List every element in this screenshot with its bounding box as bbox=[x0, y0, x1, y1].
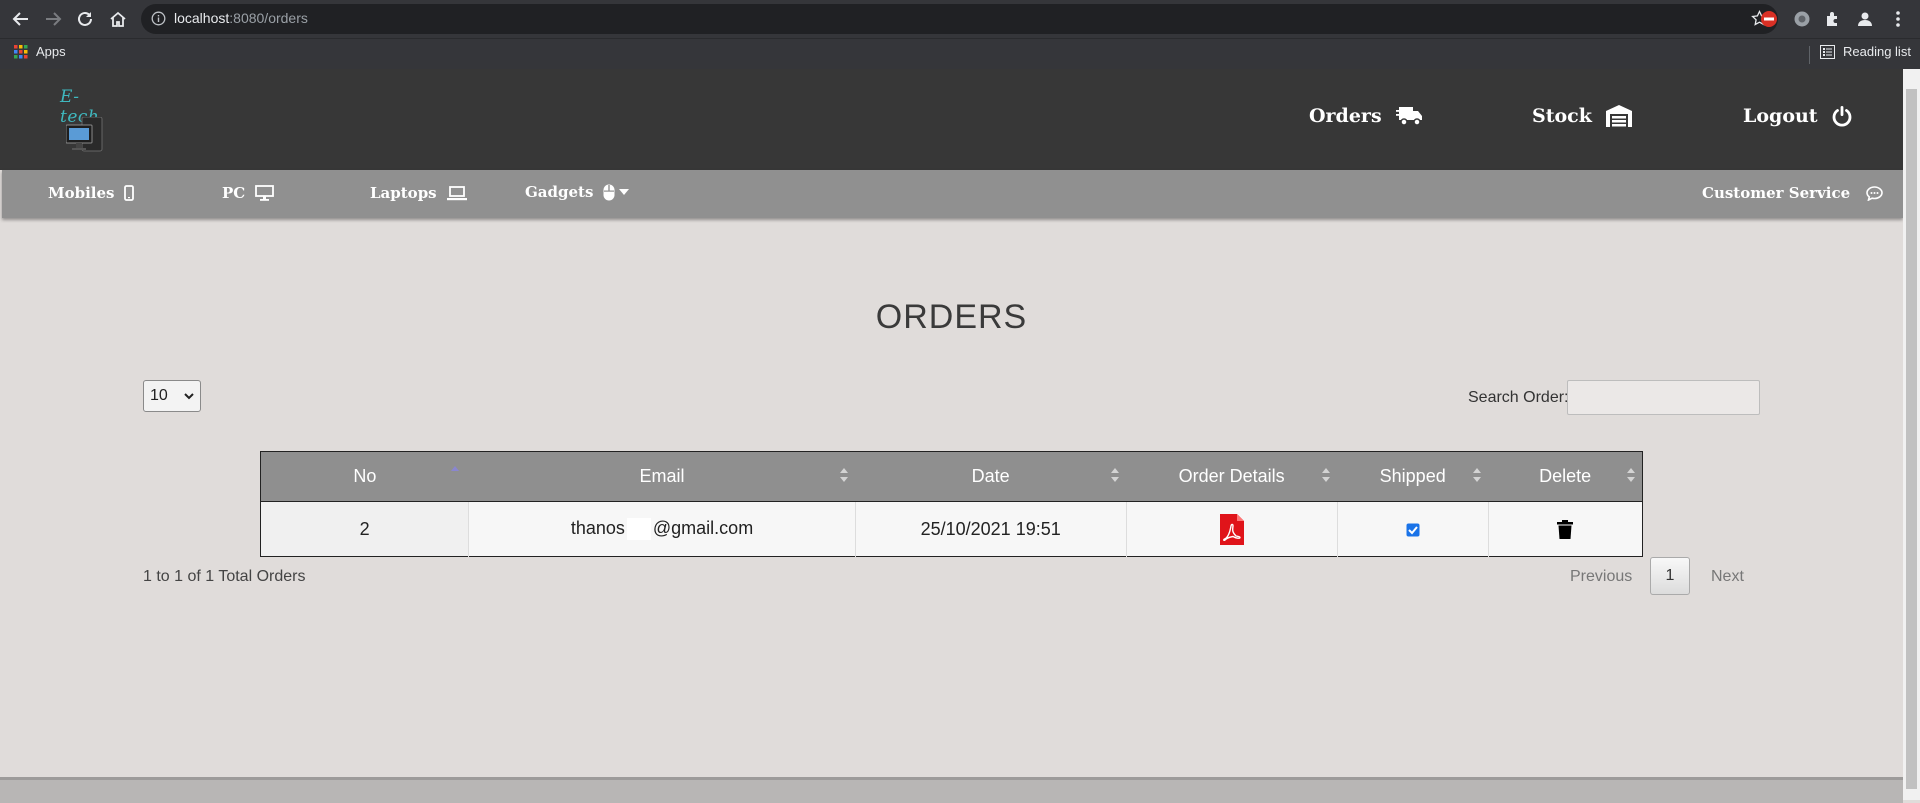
computer-device-icon bbox=[66, 117, 103, 152]
cell-email: thanos @gmail.com bbox=[468, 501, 856, 557]
extension-icon[interactable] bbox=[1823, 9, 1843, 29]
nav-logout-label: Logout bbox=[1743, 105, 1818, 127]
cell-date: 25/10/2021 19:51 bbox=[855, 501, 1127, 557]
bookmarks-bar: Apps Reading list bbox=[0, 38, 1920, 70]
redacted-mask bbox=[626, 518, 651, 541]
orders-table: No Email Date Order Details Shipped Dele… bbox=[260, 451, 1643, 557]
reading-list-icon bbox=[1820, 44, 1835, 59]
desktop-icon bbox=[255, 185, 275, 201]
site-header: E-tech Orders Stock Logout bbox=[0, 69, 1903, 170]
apps-grid-icon bbox=[14, 44, 28, 58]
sort-icon bbox=[1627, 468, 1635, 482]
back-icon[interactable] bbox=[9, 7, 33, 31]
reading-list-label: Reading list bbox=[1843, 44, 1911, 59]
shipped-checkbox[interactable] bbox=[1406, 523, 1420, 537]
mouse-icon bbox=[603, 184, 615, 200]
column-header-delete[interactable]: Delete bbox=[1488, 451, 1643, 502]
extension-globe-icon[interactable] bbox=[1792, 9, 1812, 29]
browser-toolbar: localhost:8080/orders bbox=[0, 0, 1920, 38]
cell-no: 2 bbox=[260, 501, 470, 557]
cell-delete bbox=[1488, 501, 1643, 557]
pagination-previous[interactable]: Previous bbox=[1570, 568, 1632, 586]
pagination-page-1[interactable]: 1 bbox=[1650, 557, 1690, 595]
sort-icon bbox=[1111, 468, 1120, 482]
page-title: ORDERS bbox=[875, 298, 1028, 336]
email-domain: @gmail.com bbox=[652, 517, 754, 538]
page-length-select[interactable]: 10 bbox=[143, 380, 201, 412]
chevron-down-icon bbox=[619, 189, 630, 195]
page-length-value: 10 bbox=[150, 387, 168, 404]
power-icon bbox=[1832, 105, 1851, 127]
menu-icon[interactable] bbox=[1888, 9, 1908, 29]
column-header-no[interactable]: No bbox=[260, 451, 469, 502]
bookmark-separator bbox=[1809, 46, 1810, 64]
reading-list-button[interactable]: Reading list bbox=[1820, 44, 1911, 59]
column-header-no-label: No bbox=[353, 466, 377, 486]
nav-orders[interactable]: Orders bbox=[1309, 105, 1423, 127]
column-header-order-details-label: Order Details bbox=[1178, 466, 1285, 486]
customer-service-link[interactable]: Customer Service bbox=[1702, 184, 1883, 202]
profile-icon[interactable] bbox=[1855, 9, 1875, 29]
address-bar[interactable]: localhost:8080/orders bbox=[141, 4, 1778, 34]
nav-logout[interactable]: Logout bbox=[1743, 105, 1852, 127]
browser-chrome: localhost:8080/orders Apps Reading list bbox=[0, 0, 1920, 69]
pagination-next[interactable]: Next bbox=[1711, 568, 1744, 586]
customer-service-label: Customer Service bbox=[1702, 184, 1851, 202]
url-text: localhost:8080/orders bbox=[174, 10, 308, 26]
table-header-row: No Email Date Order Details Shipped Dele… bbox=[260, 451, 1643, 502]
category-mobiles-label: Mobiles bbox=[48, 184, 115, 202]
cell-order-details bbox=[1126, 501, 1338, 557]
info-icon[interactable] bbox=[151, 11, 166, 31]
home-icon[interactable] bbox=[106, 7, 130, 31]
footer-bar bbox=[0, 777, 1903, 803]
column-header-shipped-label: Shipped bbox=[1379, 466, 1446, 486]
trash-icon[interactable] bbox=[1557, 520, 1574, 540]
apps-label: Apps bbox=[36, 44, 66, 59]
sort-asc-icon bbox=[450, 466, 459, 471]
category-gadgets-dropdown[interactable]: Gadgets bbox=[525, 183, 630, 201]
column-header-delete-label: Delete bbox=[1539, 466, 1592, 486]
category-pc[interactable]: PC bbox=[222, 184, 275, 202]
column-header-email[interactable]: Email bbox=[468, 451, 856, 502]
nav-stock[interactable]: Stock bbox=[1532, 105, 1632, 127]
email-prefix: thanos bbox=[570, 517, 625, 538]
category-laptops-label: Laptops bbox=[370, 184, 437, 202]
extension-blocker-icon[interactable] bbox=[1759, 9, 1779, 29]
column-header-email-label: Email bbox=[639, 466, 685, 486]
sort-icon bbox=[1473, 468, 1482, 482]
cell-shipped bbox=[1337, 501, 1489, 557]
apps-bookmark[interactable]: Apps bbox=[14, 44, 66, 59]
truck-icon bbox=[1395, 107, 1422, 126]
nav-orders-label: Orders bbox=[1309, 105, 1382, 127]
column-header-date[interactable]: Date bbox=[855, 451, 1127, 502]
category-mobiles[interactable]: Mobiles bbox=[48, 184, 135, 202]
forward-icon[interactable] bbox=[41, 7, 65, 31]
column-header-shipped[interactable]: Shipped bbox=[1337, 451, 1489, 502]
pdf-icon[interactable] bbox=[1219, 513, 1244, 545]
table-row: 2 thanos @gmail.com 25/10/2021 19:51 bbox=[260, 501, 1643, 557]
warehouse-icon bbox=[1605, 105, 1632, 127]
reload-icon[interactable] bbox=[73, 7, 97, 31]
column-header-order-details[interactable]: Order Details bbox=[1126, 451, 1338, 502]
category-gadgets-label: Gadgets bbox=[525, 183, 594, 201]
column-header-date-label: Date bbox=[971, 466, 1010, 486]
category-laptops[interactable]: Laptops bbox=[370, 184, 467, 202]
sort-icon bbox=[1322, 468, 1331, 482]
mobile-icon bbox=[124, 185, 135, 201]
laptop-icon bbox=[446, 185, 467, 200]
site-logo[interactable]: E-tech bbox=[58, 87, 114, 153]
category-bar: Mobiles PC Laptops Gadgets Customer Serv… bbox=[2, 170, 1903, 218]
scrollbar-thumb[interactable] bbox=[1906, 89, 1917, 789]
nav-stock-label: Stock bbox=[1532, 105, 1592, 127]
search-input[interactable] bbox=[1567, 380, 1760, 415]
table-info: 1 to 1 of 1 Total Orders bbox=[143, 568, 306, 585]
sort-icon bbox=[840, 468, 849, 482]
chat-icon bbox=[1866, 185, 1883, 201]
category-pc-label: PC bbox=[222, 184, 246, 202]
search-label: Search Order: bbox=[1468, 389, 1569, 406]
chevron-down-icon bbox=[184, 392, 194, 399]
